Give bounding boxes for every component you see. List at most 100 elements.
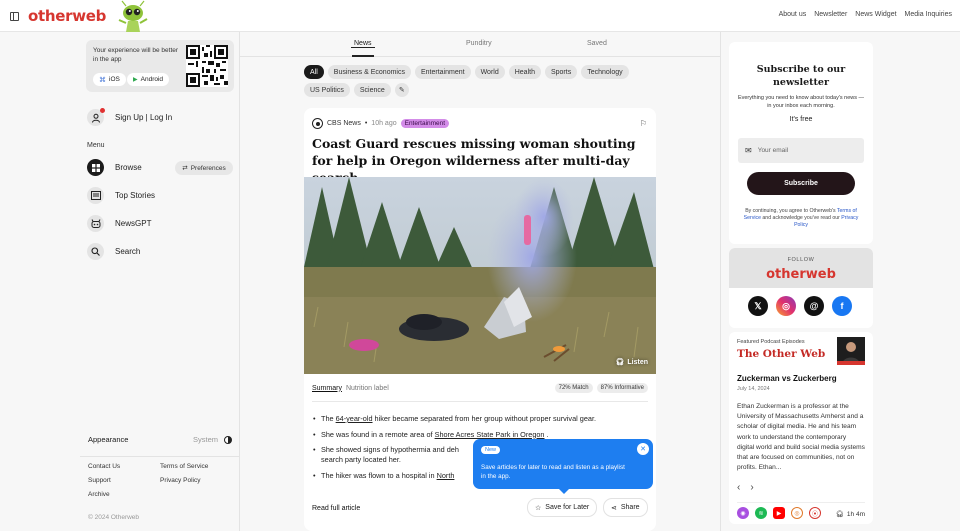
chip-science[interactable]: Science (353, 83, 391, 97)
chevron-left-icon[interactable]: ‹ (737, 482, 740, 493)
chip-health[interactable]: Health (508, 65, 541, 79)
sidebar-item-newsgpt[interactable]: NewsGPT (87, 215, 151, 232)
copyright: © 2024 Otherweb (88, 514, 140, 521)
close-icon[interactable]: ✕ (637, 443, 649, 455)
preferences-label: Preferences (190, 164, 226, 172)
subscribe-button[interactable]: Subscribe (747, 172, 855, 195)
youtube-icon[interactable]: ▶ (773, 507, 785, 519)
sidebar-item-label: Search (115, 247, 141, 256)
newsletter-free: It's free (789, 116, 813, 123)
preferences-button[interactable]: ⇄ Preferences (175, 161, 233, 175)
newsletter-link[interactable]: Newsletter (814, 11, 847, 18)
social-links: 𝕏 ◎ @ f (748, 296, 852, 316)
share-icon: ⋖ (611, 504, 617, 512)
read-full-article-link[interactable]: Read full article (312, 505, 360, 512)
chip-us-politics[interactable]: US Politics (304, 83, 350, 97)
inline-link[interactable]: Shore Acres State Park in Oregon (435, 430, 545, 439)
email-field[interactable]: ✉ Your email (738, 138, 864, 163)
tab-news[interactable]: News (350, 40, 375, 48)
tab-saved[interactable]: Saved (587, 40, 607, 47)
sidebar-item-browse[interactable]: Browse (87, 159, 142, 176)
article-card[interactable]: CBS News • 10h ago Entertainment ⚐ Coast… (304, 108, 656, 531)
x-icon[interactable]: 𝕏 (748, 296, 768, 316)
newsletter-title: Subscribe to our newsletter (756, 64, 846, 88)
chip-world[interactable]: World (474, 65, 505, 79)
castbox-icon[interactable]: ⦿ (809, 507, 821, 519)
left-sidebar: Your experience will be better in the ap… (80, 32, 240, 531)
qr-code (186, 45, 228, 87)
email-placeholder: Your email (757, 147, 789, 154)
inline-link[interactable]: North (437, 471, 455, 480)
sign-up-login[interactable]: Sign Up | Log In (87, 108, 173, 126)
inline-link[interactable]: 64-year-old (336, 414, 373, 423)
top-bar: otherweb About us Newsletter News Widget… (0, 0, 960, 32)
appearance-setting[interactable]: Appearance System (88, 435, 232, 444)
share-label: Share (620, 504, 640, 511)
episode-date: July 14, 2024 (737, 386, 770, 392)
tab-punditry[interactable]: Punditry (466, 40, 492, 47)
listen-button[interactable]: 🎧︎ Listen (615, 358, 648, 367)
dot-separator: • (364, 120, 368, 127)
active-tab-indicator (352, 55, 374, 57)
article-photo-illustration (304, 177, 656, 374)
tab-nutrition-label[interactable]: Nutrition label (346, 385, 389, 392)
privacy-link[interactable]: Privacy Policy (160, 477, 236, 484)
match-score: 72% Match (554, 383, 593, 393)
ios-button[interactable]: ⌘ iOS (93, 73, 126, 86)
user-icon (87, 108, 105, 126)
follow-header: FOLLOW otherweb (729, 248, 873, 288)
terms-link[interactable]: Terms of Service (160, 463, 236, 470)
episode-nav: ‹ › (737, 482, 754, 493)
podcast-platforms: ◉ ≋ ▶ ◎ ⦿ (737, 507, 821, 519)
chip-sports[interactable]: Sports (544, 65, 578, 79)
sidebar-item-search[interactable]: Search (87, 243, 140, 260)
chip-business[interactable]: Business & Economics (327, 65, 411, 79)
chip-technology[interactable]: Technology (581, 65, 629, 79)
app-promo-text: Your experience will be better in the ap… (93, 47, 179, 63)
podcast-title[interactable]: The Other Web (737, 348, 825, 360)
tab-summary[interactable]: Summary (312, 385, 342, 392)
apple-icon: ⌘ (99, 76, 106, 84)
sidebar-toggle-icon[interactable] (10, 12, 19, 21)
facebook-icon[interactable]: f (832, 296, 852, 316)
category-badge[interactable]: Entertainment (400, 119, 450, 128)
new-badge: New (481, 446, 501, 454)
chevron-right-icon[interactable]: › (750, 482, 753, 493)
android-label: Android (140, 76, 164, 83)
ios-label: iOS (109, 76, 120, 83)
apple-podcasts-icon[interactable]: ◉ (737, 507, 749, 519)
podcast-addict-icon[interactable]: ◎ (791, 507, 803, 519)
divider (312, 401, 648, 402)
episode-title[interactable]: Zuckerman vs Zuckerberg (737, 374, 837, 383)
archive-link[interactable]: Archive (88, 491, 160, 498)
instagram-icon[interactable]: ◎ (776, 296, 796, 316)
android-button[interactable]: ▶ Android (127, 73, 170, 86)
sign-up-login-label: Sign Up | Log In (115, 113, 173, 122)
about-us-link[interactable]: About us (779, 11, 807, 18)
chip-all[interactable]: All (304, 65, 324, 79)
news-widget-link[interactable]: News Widget (855, 11, 896, 18)
edit-categories-icon[interactable]: ✎ (394, 83, 409, 97)
save-for-later-button[interactable]: ☆ Save for Later (527, 498, 598, 517)
flag-icon[interactable]: ⚐ (640, 119, 647, 128)
threads-icon[interactable]: @ (804, 296, 824, 316)
newsletter-description: Everything you need to know about today'… (737, 95, 865, 109)
chip-entertainment[interactable]: Entertainment (414, 65, 471, 79)
footer-links: Contact Us Terms of Service Support Priv… (88, 463, 236, 498)
otherweb-logo[interactable]: otherweb (28, 7, 106, 25)
sidebar-item-label: Browse (115, 163, 142, 172)
save-label: Save for Later (545, 504, 590, 511)
listen-label: Listen (627, 358, 648, 366)
right-sidebar: Subscribe to our newsletter Everything y… (720, 32, 960, 531)
article-image[interactable]: 🎧︎ Listen (304, 177, 656, 374)
share-button[interactable]: ⋖ Share (603, 498, 648, 517)
support-link[interactable]: Support (88, 477, 160, 484)
spotify-icon[interactable]: ≋ (755, 507, 767, 519)
podcast-card: Featured Podcast Episodes The Other Web … (729, 332, 873, 524)
contact-us-link[interactable]: Contact Us (88, 463, 160, 470)
sidebar-item-top-stories[interactable]: Top Stories (87, 187, 155, 204)
grid-icon (87, 159, 104, 176)
media-inquiries-link[interactable]: Media Inquiries (905, 11, 952, 18)
star-icon: ☆ (535, 504, 542, 512)
appearance-label: Appearance (88, 435, 129, 444)
